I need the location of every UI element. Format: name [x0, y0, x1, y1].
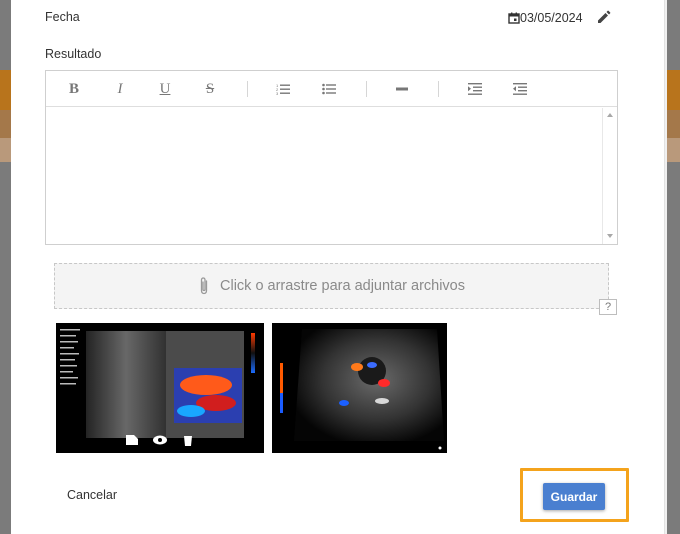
ordered-list-icon: 1 2 3 — [276, 83, 290, 95]
editor-scrollbar[interactable] — [602, 108, 617, 244]
date-label: Fecha — [45, 10, 80, 24]
outdent-icon — [513, 83, 527, 95]
bullet-list-button[interactable] — [321, 80, 337, 98]
date-field[interactable]: 03/05/2024 — [508, 10, 583, 26]
underline-button[interactable]: U — [157, 80, 173, 98]
bullet-list-icon — [322, 83, 336, 95]
attachment-thumbnail[interactable] — [272, 323, 447, 453]
dropzone-text: Click o arrastre para adjuntar archivos — [220, 278, 465, 294]
ultrasound-image-2 — [272, 323, 447, 453]
indent-button[interactable] — [467, 80, 483, 98]
horizontal-rule-icon — [396, 87, 408, 91]
toolbar-divider — [366, 81, 367, 97]
document-icon — [126, 435, 138, 445]
edit-pencil-icon[interactable] — [596, 9, 612, 25]
toolbar-divider — [247, 81, 248, 97]
trash-icon — [184, 436, 192, 446]
italic-button[interactable]: I — [112, 80, 128, 98]
bold-button[interactable]: B — [66, 80, 82, 98]
svg-text:3: 3 — [276, 91, 279, 95]
rich-text-editor: B I U S 1 2 3 — [45, 70, 618, 245]
file-dropzone[interactable]: Click o arrastre para adjuntar archivos — [54, 263, 609, 309]
toolbar-divider — [438, 81, 439, 97]
ordered-list-button[interactable]: 1 2 3 — [275, 80, 291, 98]
scroll-up-arrow-icon[interactable] — [607, 113, 613, 117]
indent-icon — [468, 83, 482, 95]
attachment-thumbnail[interactable] — [56, 323, 264, 453]
help-button[interactable]: ? — [599, 299, 617, 315]
scroll-down-arrow-icon[interactable] — [607, 234, 613, 238]
editor-toolbar: B I U S 1 2 3 — [46, 71, 617, 107]
outdent-button[interactable] — [512, 80, 528, 98]
thumbnail-actions — [126, 435, 192, 446]
save-button[interactable]: Guardar — [543, 483, 605, 510]
result-dialog: Fecha 03/05/2024 Resultado B I U S 1 2 3… — [11, 0, 667, 534]
paperclip-icon — [200, 277, 208, 295]
result-label: Resultado — [45, 47, 102, 61]
horizontal-rule-button[interactable] — [395, 80, 409, 98]
date-value: 03/05/2024 — [520, 11, 583, 25]
calendar-icon — [508, 12, 520, 24]
editor-text-area[interactable] — [46, 108, 602, 244]
dialog-scrollbar[interactable] — [664, 0, 667, 534]
strikethrough-button[interactable]: S — [202, 80, 218, 98]
cancel-button[interactable]: Cancelar — [67, 488, 117, 502]
